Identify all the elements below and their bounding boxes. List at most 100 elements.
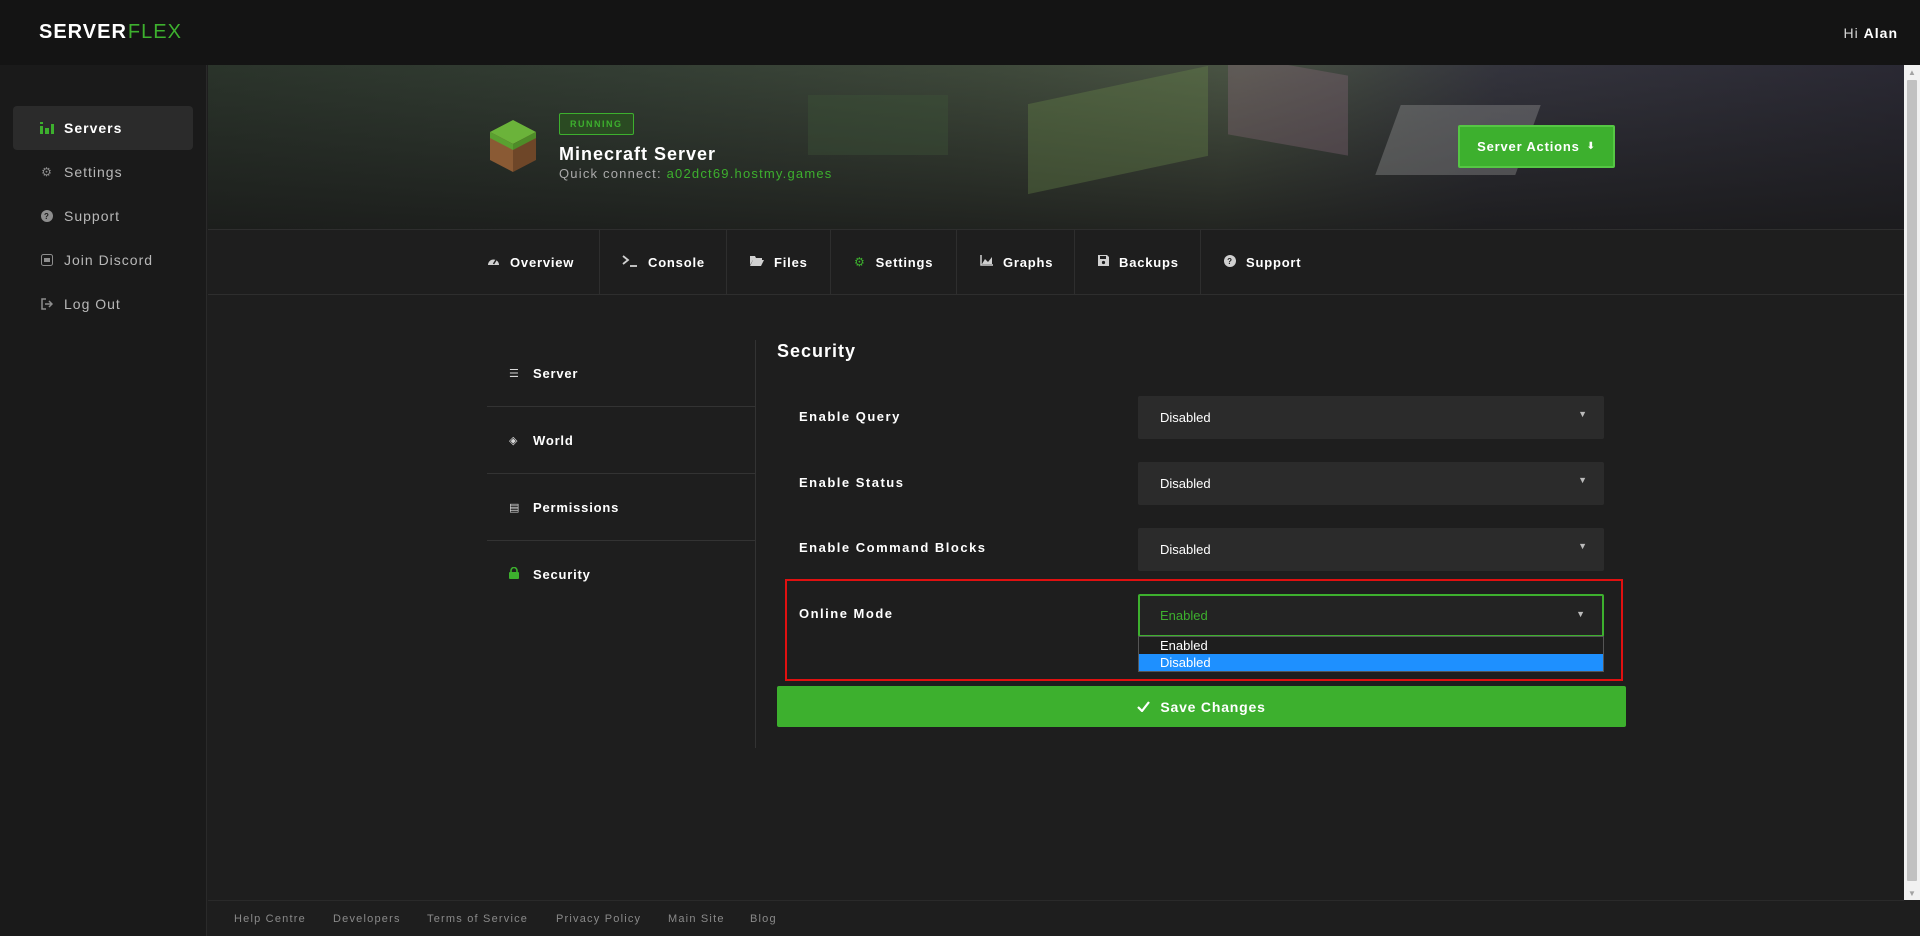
enable-command-blocks-select[interactable]: Disabled ▼ [1138,528,1604,571]
tab-files[interactable]: Files [750,230,808,294]
floppy-disk-icon [1098,255,1109,269]
tab-label: Graphs [1003,254,1054,270]
tab-divider [599,230,600,294]
save-changes-label: Save Changes [1160,698,1266,715]
subnav-item-label: World [533,432,574,448]
tab-backups[interactable]: Backups [1098,230,1179,294]
sidebar-item-log-out[interactable]: Log Out [13,282,193,326]
tab-label: Settings [875,254,934,270]
logo-flex-text: FLEX [127,21,182,43]
online-mode-label: Online Mode [799,606,894,621]
lock-icon [509,566,521,582]
serverflex-logo[interactable]: SERVER FLEX [39,21,182,44]
subnav-item-label: Security [533,567,591,582]
sidebar-item-label: Log Out [64,296,121,312]
tab-label: Files [774,254,808,270]
tab-label: Backups [1119,254,1179,270]
subnav-item-server[interactable]: ☰ Server [487,340,755,407]
svg-text:?: ? [44,212,50,221]
banner-decor [1028,65,1208,195]
server-actions-button[interactable]: Server Actions ⬇ [1458,125,1615,168]
sidebar-item-label: Settings [64,164,123,180]
top-bar: SERVER FLEX Hi Alan [0,0,1920,65]
grass-block-icon [490,120,536,172]
quick-connect-host[interactable]: a02dct69.hostmy.games [667,166,833,181]
server-icon: ☰ [509,367,520,380]
sidebar-item-label: Servers [64,120,123,136]
tachometer-icon [487,255,500,269]
tab-label: Support [1246,254,1302,270]
footer-link-main-site[interactable]: Main Site [668,913,725,925]
question-circle-icon: ? [40,209,54,223]
sidebar-item-support[interactable]: ? Support [13,194,193,238]
quick-connect-label: Quick connect: [559,166,662,181]
tab-divider [956,230,957,294]
user-name: Alan [1863,24,1898,41]
logo-server-text: SERVER [39,21,127,43]
section-title: Security [777,341,857,361]
check-icon [1137,699,1151,715]
greeting-prefix: Hi [1843,24,1859,41]
user-greeting[interactable]: Hi Alan [1844,25,1898,41]
save-changes-button[interactable]: Save Changes [777,686,1626,727]
question-circle-icon: ? [1224,254,1236,270]
area-chart-icon [980,255,993,269]
subnav-item-world[interactable]: ◈ World [487,407,755,474]
tab-divider [726,230,727,294]
footer: Help Centre Developers Terms of Service … [208,900,1904,936]
server-tabs: Overview Console Files ⚙ Settings Graphs… [208,229,1904,295]
tab-divider [1074,230,1075,294]
subnav-item-permissions[interactable]: ▤ Permissions [487,474,755,541]
page-scrollbar[interactable]: ▲ ▼ [1904,65,1920,900]
layers-icon: ◈ [509,434,519,447]
terminal-icon [622,254,638,270]
tab-overview[interactable]: Overview [487,230,574,294]
footer-link-terms[interactable]: Terms of Service [427,913,528,925]
enable-status-select[interactable]: Disabled ▼ [1138,462,1604,505]
footer-link-blog[interactable]: Blog [750,913,777,925]
content-divider [755,340,756,748]
select-value: Enabled [1160,608,1208,623]
footer-link-help-centre[interactable]: Help Centre [234,913,306,925]
select-value: Disabled [1160,410,1211,425]
quick-connect: Quick connect: a02dct69.hostmy.games [559,166,832,181]
banner-decor [1228,65,1348,156]
dropdown-option-disabled[interactable]: Disabled [1139,654,1603,671]
subnav-item-label: Server [533,365,579,381]
tab-settings[interactable]: ⚙ Settings [854,230,933,294]
enable-query-select[interactable]: Disabled ▼ [1138,396,1604,439]
footer-link-privacy[interactable]: Privacy Policy [556,913,641,925]
scrollbar-thumb[interactable] [1907,80,1917,881]
svg-text:?: ? [1227,257,1233,266]
tab-console[interactable]: Console [622,230,705,294]
enable-query-label: Enable Query [799,409,901,424]
sidebar-item-label: Support [64,208,121,224]
tab-divider [830,230,831,294]
dropdown-option-enabled[interactable]: Enabled [1139,637,1603,654]
sidebar-item-servers[interactable]: Servers [13,106,193,150]
select-value: Disabled [1160,542,1211,557]
footer-link-developers[interactable]: Developers [333,913,401,925]
tab-graphs[interactable]: Graphs [980,230,1053,294]
online-mode-select[interactable]: Enabled ▼ [1138,594,1604,637]
enable-status-label: Enable Status [799,475,905,490]
enable-command-blocks-label: Enable Command Blocks [799,540,987,555]
server-actions-label: Server Actions [1477,139,1580,154]
list-icon: ▤ [509,501,521,514]
settings-subnav: ☰ Server ◈ World ▤ Permissions Security [487,340,755,608]
scroll-down-icon[interactable]: ▼ [1904,886,1920,900]
arrow-down-icon: ⬇ [1586,141,1596,152]
tab-support[interactable]: ? Support [1224,230,1301,294]
server-banner [208,65,1904,229]
gears-icon: ⚙ [41,165,53,179]
sidebar-item-join-discord[interactable]: Join Discord [13,238,193,282]
caret-down-icon: ▼ [1578,475,1587,485]
discord-icon [40,253,54,267]
scroll-up-icon[interactable]: ▲ [1904,65,1920,79]
tab-label: Console [648,254,705,270]
server-name: Minecraft Server [559,144,717,164]
sidebar-item-settings[interactable]: ⚙ Settings [13,150,193,194]
subnav-item-security[interactable]: Security [487,541,755,608]
caret-down-icon: ▼ [1578,541,1587,551]
folder-open-icon [750,255,764,269]
